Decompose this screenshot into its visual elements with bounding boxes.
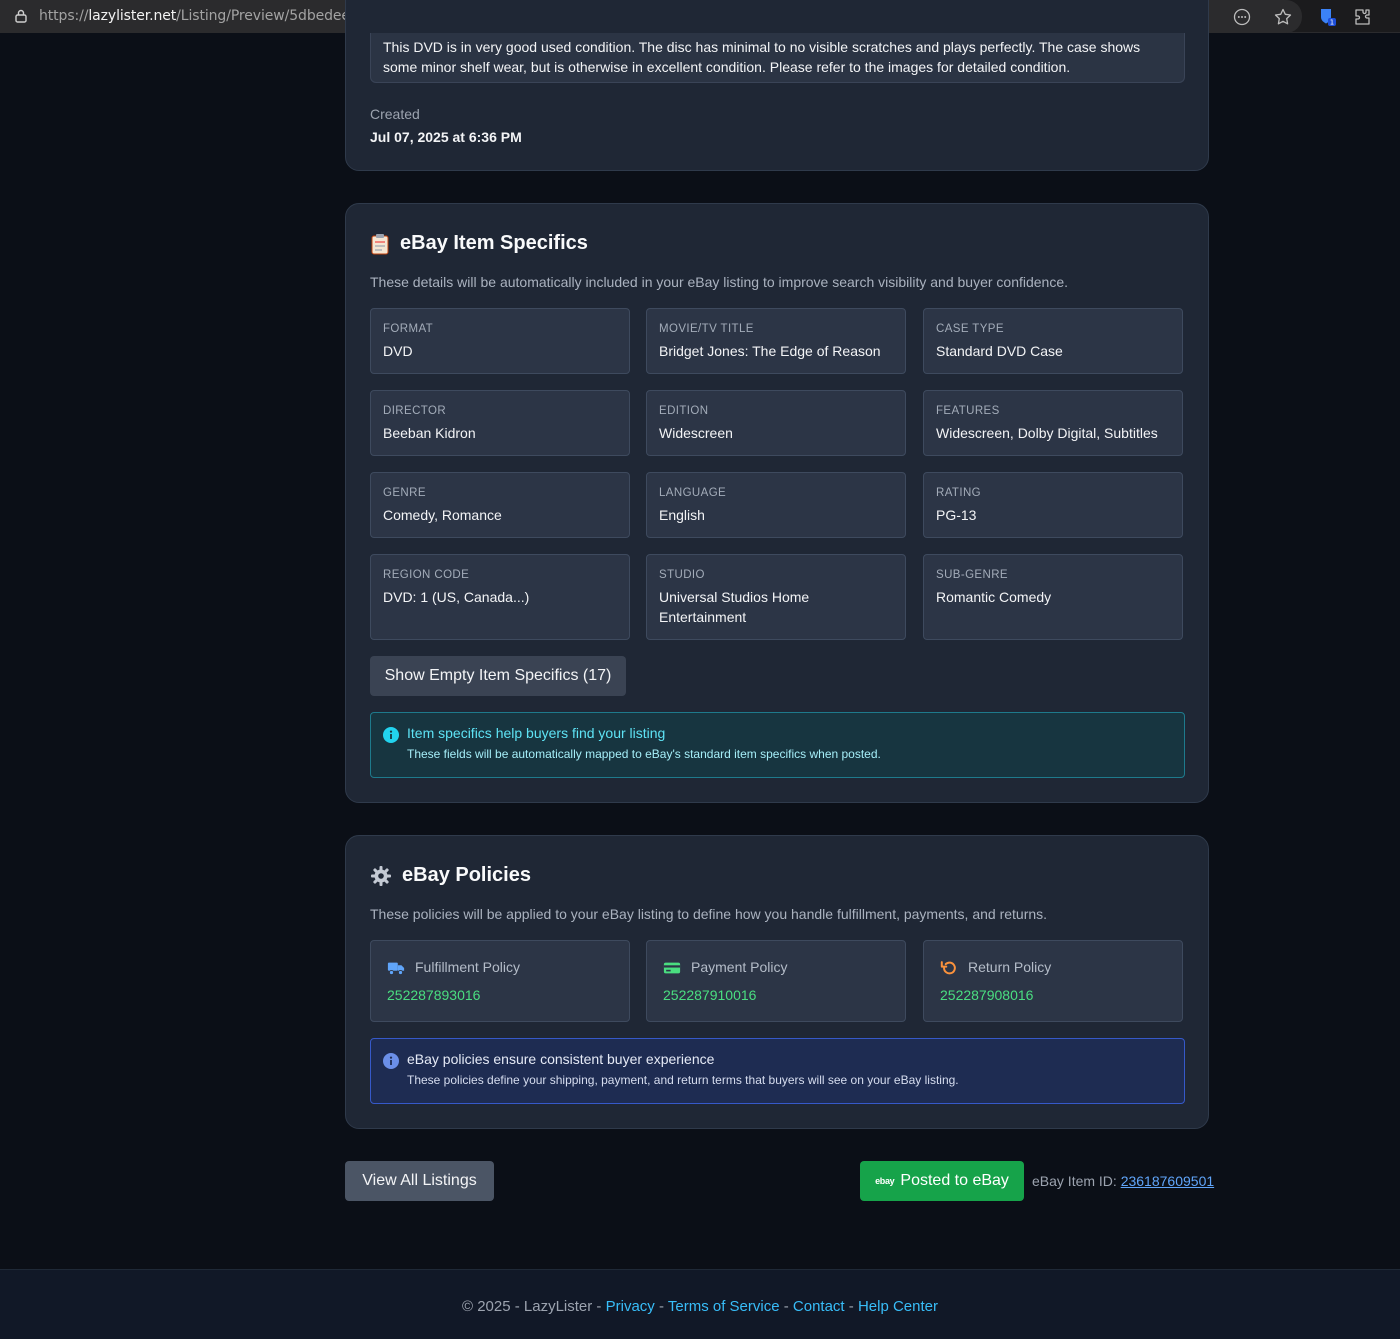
separator: - bbox=[654, 1298, 668, 1315]
specifics-info-title: Item specifics help buyers find your lis… bbox=[407, 725, 666, 741]
payment-policy: Payment Policy 252287910016 bbox=[646, 940, 906, 1022]
specifics-info-alert: Item specifics help buyers find your lis… bbox=[370, 712, 1185, 778]
spec-value: DVD: 1 (US, Canada...) bbox=[383, 589, 530, 605]
return-policy: Return Policy 252287908016 bbox=[923, 940, 1183, 1022]
spec-key: FORMAT bbox=[383, 323, 434, 335]
item-specifics-subtitle: These details will be automatically incl… bbox=[370, 274, 1069, 290]
help-center-link[interactable]: Help Center bbox=[858, 1298, 938, 1315]
spec-value: Standard DVD Case bbox=[936, 343, 1063, 359]
spec-key: EDITION bbox=[659, 405, 709, 417]
clipboard-icon bbox=[371, 233, 389, 254]
info-icon bbox=[383, 1053, 399, 1069]
spec-features: FEATURES Widescreen, Dolby Digital, Subt… bbox=[923, 390, 1183, 456]
policies-info-title: eBay policies ensure consistent buyer ex… bbox=[407, 1051, 715, 1067]
item-id-label: eBay Item ID: bbox=[1032, 1173, 1117, 1189]
created-label: Created bbox=[370, 106, 420, 122]
item-specifics-title: eBay Item Specifics bbox=[400, 232, 588, 254]
spec-case-type: CASE TYPE Standard DVD Case bbox=[923, 308, 1183, 374]
info-icon bbox=[383, 727, 399, 743]
specifics-info-text: These fields will be automatically mappe… bbox=[407, 747, 881, 761]
policy-id: 252287893016 bbox=[387, 987, 481, 1003]
spec-value: Bridget Jones: The Edge of Reason bbox=[659, 343, 881, 359]
spec-movie-title: MOVIE/TV TITLE Bridget Jones: The Edge o… bbox=[646, 308, 906, 374]
spec-key: REGION CODE bbox=[383, 569, 470, 581]
listing-details-card: This DVD is in very good used condition.… bbox=[345, 0, 1209, 171]
policy-id: 252287910016 bbox=[663, 987, 757, 1003]
privacy-link[interactable]: Privacy bbox=[606, 1298, 655, 1315]
spec-key: STUDIO bbox=[659, 569, 705, 581]
spec-key: LANGUAGE bbox=[659, 487, 727, 499]
posted-to-ebay-label: Posted to eBay bbox=[900, 1172, 1009, 1189]
spec-format: FORMAT DVD bbox=[370, 308, 630, 374]
description-text: This DVD is in very good used condition.… bbox=[383, 39, 1141, 75]
more-options-icon[interactable] bbox=[1232, 7, 1252, 27]
spec-genre: GENRE Comedy, Romance bbox=[370, 472, 630, 538]
footer: © 2025 - LazyLister - Privacy - Terms of… bbox=[0, 1269, 1400, 1339]
spec-value: Universal Studios Home Entertainment bbox=[659, 589, 810, 625]
item-id-link[interactable]: 236187609501 bbox=[1121, 1173, 1214, 1189]
spec-key: CASE TYPE bbox=[936, 323, 1004, 335]
spec-director: DIRECTOR Beeban Kidron bbox=[370, 390, 630, 456]
policies-subtitle: These policies will be applied to your e… bbox=[370, 906, 1048, 922]
star-icon[interactable] bbox=[1273, 7, 1293, 27]
description-box: This DVD is in very good used condition.… bbox=[370, 33, 1185, 83]
spec-value: Comedy, Romance bbox=[383, 507, 502, 523]
separator: - bbox=[844, 1298, 858, 1315]
truck-icon bbox=[387, 962, 405, 976]
spec-value: Romantic Comedy bbox=[936, 589, 1052, 605]
svg-text:1: 1 bbox=[1330, 19, 1334, 27]
terms-link[interactable]: Terms of Service bbox=[668, 1298, 780, 1315]
ebay-logo-icon: ebay bbox=[875, 1176, 895, 1186]
policies-info-text: These policies define your shipping, pay… bbox=[407, 1073, 959, 1087]
spec-key: GENRE bbox=[383, 487, 426, 499]
spec-key: SUB-GENRE bbox=[936, 569, 1008, 581]
policies-info-alert: eBay policies ensure consistent buyer ex… bbox=[370, 1038, 1185, 1104]
spec-studio: STUDIO Universal Studios Home Entertainm… bbox=[646, 554, 906, 640]
spec-value: Widescreen, Dolby Digital, Subtitles bbox=[936, 425, 1158, 441]
bitwarden-icon[interactable]: 1 bbox=[1317, 7, 1337, 27]
spec-region-code: REGION CODE DVD: 1 (US, Canada...) bbox=[370, 554, 630, 640]
spec-value: DVD bbox=[383, 343, 413, 359]
footer-text: © 2025 - LazyLister - Privacy - Terms of… bbox=[0, 1298, 1400, 1315]
policy-id: 252287908016 bbox=[940, 987, 1034, 1003]
show-empty-specifics-button[interactable]: Show Empty Item Specifics (17) bbox=[370, 656, 626, 696]
spec-edition: EDITION Widescreen bbox=[646, 390, 906, 456]
spec-value: PG-13 bbox=[936, 507, 977, 523]
spec-sub-genre: SUB-GENRE Romantic Comedy bbox=[923, 554, 1183, 640]
gear-icon bbox=[371, 865, 391, 886]
policies-card: eBay Policies These policies will be app… bbox=[345, 835, 1209, 1129]
policy-label: Payment Policy bbox=[691, 959, 788, 975]
spec-key: MOVIE/TV TITLE bbox=[659, 323, 754, 335]
separator: - bbox=[779, 1298, 793, 1315]
spec-key: RATING bbox=[936, 487, 981, 499]
policy-label: Fulfillment Policy bbox=[415, 959, 521, 975]
created-value: Jul 07, 2025 at 6:36 PM bbox=[370, 129, 522, 145]
view-all-listings-button[interactable]: View All Listings bbox=[345, 1161, 494, 1201]
spec-value: Beeban Kidron bbox=[383, 425, 476, 441]
item-specifics-card: eBay Item Specifics These details will b… bbox=[345, 203, 1209, 803]
spec-key: DIRECTOR bbox=[383, 405, 447, 417]
spec-value: Widescreen bbox=[659, 425, 733, 441]
contact-link[interactable]: Contact bbox=[793, 1298, 845, 1315]
spec-language: LANGUAGE English bbox=[646, 472, 906, 538]
spec-rating: RATING PG-13 bbox=[923, 472, 1183, 538]
posted-to-ebay-button[interactable]: ebay Posted to eBay bbox=[860, 1161, 1024, 1201]
item-specifics-heading: eBay Item Specifics bbox=[370, 232, 588, 255]
fulfillment-policy: Fulfillment Policy 252287893016 bbox=[370, 940, 630, 1022]
extensions-icon[interactable] bbox=[1352, 7, 1372, 27]
credit-card-icon bbox=[663, 962, 681, 974]
policies-title: eBay Policies bbox=[402, 864, 531, 886]
copyright-text: © 2025 - LazyLister - bbox=[461, 1298, 606, 1315]
policy-label: Return Policy bbox=[968, 959, 1052, 975]
spec-value: English bbox=[659, 507, 705, 523]
policies-heading: eBay Policies bbox=[370, 864, 531, 887]
ebay-item-id: eBay Item ID: 236187609501 bbox=[1032, 1173, 1214, 1189]
undo-icon bbox=[940, 961, 956, 975]
lock-icon bbox=[15, 9, 27, 23]
spec-key: FEATURES bbox=[936, 405, 1000, 417]
